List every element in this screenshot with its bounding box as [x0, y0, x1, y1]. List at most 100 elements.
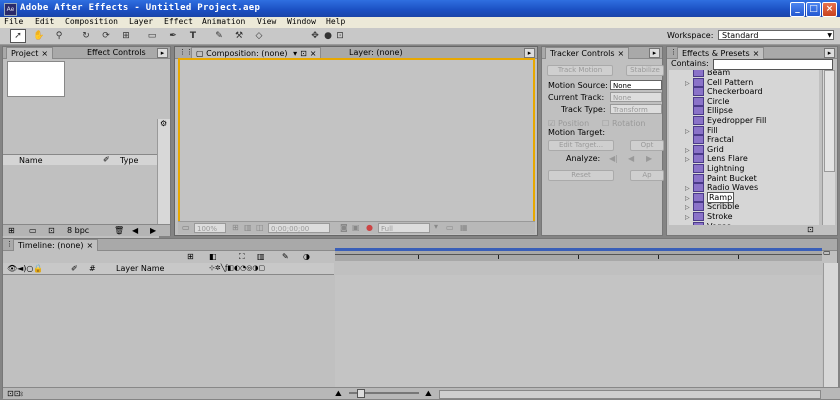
clone-stamp-tool-icon[interactable]: ⚒ — [232, 30, 246, 42]
disclosure-triangle-icon[interactable]: ▷ — [685, 223, 693, 225]
switches-icons[interactable]: ⊹✲╲ƒ◧◐◔◎◑▢ — [209, 264, 265, 272]
effect-item[interactable]: Circle — [685, 96, 729, 106]
motion-blur-icon[interactable]: ◑ — [303, 252, 310, 261]
layer-outline[interactable] — [3, 275, 334, 387]
show-snapshot-icon[interactable]: ▣ — [352, 223, 360, 232]
grid-icon[interactable]: ▥ — [244, 223, 252, 232]
effect-item[interactable]: ▷ Scribble — [685, 202, 739, 212]
time-ruler[interactable] — [335, 248, 822, 261]
effect-item[interactable]: ▷ Vegas — [685, 221, 731, 225]
stabilize-button[interactable]: Stabilize — [626, 65, 664, 76]
zoom-in-icon[interactable]: ⛰ — [425, 389, 432, 399]
magnification-dropdown[interactable]: 100% — [194, 223, 226, 233]
close-icon[interactable]: × — [753, 49, 760, 58]
mask-tool-icon[interactable]: ▭ — [145, 30, 159, 42]
zoom-tool-icon[interactable]: ⚲ — [52, 30, 66, 42]
position-checkbox[interactable]: ☑ — [548, 119, 555, 128]
new-folder-icon[interactable]: ▭ — [29, 226, 37, 235]
menu-edit[interactable]: Edit — [35, 17, 54, 26]
track-motion-button[interactable]: Track Motion — [547, 65, 613, 76]
hide-shy-layers-icon[interactable]: ▥ — [257, 252, 265, 261]
draft-3d-icon[interactable]: ⛶ — [239, 252, 245, 262]
lock-icon[interactable]: ⊡ — [300, 49, 307, 58]
brush-tool-icon[interactable]: ✎ — [212, 30, 226, 42]
effect-item[interactable]: ▷ Fill — [685, 125, 718, 135]
panel-menu-icon[interactable]: ▸ — [524, 48, 535, 58]
tab-timeline[interactable]: Timeline: (none) × — [13, 239, 99, 251]
layer-track-area[interactable] — [335, 275, 822, 387]
effect-item[interactable]: Lightning — [685, 164, 744, 173]
menu-effect[interactable]: Effect — [164, 17, 193, 26]
viewer-icon[interactable]: ▭ — [182, 223, 190, 232]
effect-item[interactable]: ▷ Stroke — [685, 212, 733, 221]
panel-menu-icon[interactable]: ▸ — [649, 48, 660, 58]
frame-blending-icon[interactable]: ✎ — [282, 252, 289, 261]
analyze-forward-icon[interactable]: ▶ — [646, 154, 652, 163]
comp-marker-bin-icon[interactable]: ▭ — [823, 248, 835, 261]
label-icon[interactable]: ✐ — [71, 264, 78, 273]
time-zoom-slider-thumb[interactable] — [357, 389, 365, 398]
column-name[interactable]: Name — [19, 156, 43, 165]
tab-tracker-controls[interactable]: Tracker Controls × — [545, 47, 630, 59]
effect-item[interactable]: ▷ Lens Flare — [685, 154, 748, 164]
menu-layer[interactable]: Layer — [129, 17, 153, 26]
live-update-icon[interactable]: ◧ — [209, 252, 217, 261]
minimize-button[interactable]: _ — [790, 2, 805, 17]
effects-search-input[interactable] — [713, 59, 833, 70]
orbit-camera-tool-icon[interactable]: ⟳ — [99, 30, 113, 42]
current-track-dropdown[interactable]: None — [610, 92, 662, 102]
effect-item[interactable]: Fractal — [685, 135, 734, 145]
interpret-footage-icon[interactable]: ⊞ — [8, 226, 15, 235]
channel-icon[interactable]: ● — [366, 223, 373, 232]
pen-tool-icon[interactable]: ✒ — [166, 30, 180, 42]
effect-item[interactable]: ▷ Ramp — [685, 191, 735, 203]
rotation-tool-icon[interactable]: ↻ — [79, 30, 93, 42]
effect-item[interactable]: ▷ Radio Waves — [685, 183, 758, 193]
workspace-dropdown[interactable]: Standard ▼ — [718, 30, 834, 40]
panel-menu-icon[interactable]: ▸ — [824, 48, 835, 58]
menu-help[interactable]: Help — [326, 17, 345, 26]
region-of-interest-icon[interactable]: ▭ — [446, 223, 454, 232]
composition-viewer[interactable] — [178, 58, 535, 234]
analyze-backward-icon[interactable]: ◀ — [628, 154, 634, 163]
effect-item[interactable]: ▷ Cell Pattern — [685, 77, 753, 87]
effect-item[interactable]: Paint Bucket — [685, 173, 757, 183]
comp-mini-flowchart-icon[interactable]: ⊞ — [187, 252, 194, 261]
flowchart-icon[interactable]: ⚙ — [160, 119, 167, 128]
bpc-label[interactable]: 8 bpc — [67, 226, 89, 235]
close-icon[interactable]: × — [618, 49, 625, 58]
effect-item[interactable]: Beam — [685, 70, 730, 77]
resolution-dropdown[interactable]: Full — [378, 223, 430, 233]
work-area-bar[interactable] — [335, 248, 822, 251]
close-button[interactable]: × — [822, 2, 837, 17]
time-zoom-slider[interactable] — [349, 389, 419, 398]
effect-item[interactable]: ▷ Grid — [685, 144, 724, 154]
effect-item[interactable]: Eyedropper Fill — [685, 116, 766, 125]
tab-effect-controls[interactable]: Effect Controls — [83, 47, 150, 58]
close-icon[interactable]: × — [86, 241, 93, 250]
scroll-left-icon[interactable]: ◀ — [132, 226, 138, 235]
tab-layer[interactable]: Layer: (none) — [345, 47, 407, 58]
view-axis-icon[interactable]: ⊡ — [333, 30, 347, 42]
column-layer-name[interactable]: Layer Name — [116, 264, 164, 273]
axis-mode-icon[interactable]: ✥ — [308, 30, 322, 42]
new-composition-icon[interactable]: ⊡ — [48, 226, 55, 235]
av-features-icons[interactable]: 👁◄)○🔒 — [7, 264, 43, 273]
timeline-horizontal-scrollbar[interactable] — [439, 390, 821, 399]
safe-zones-icon[interactable]: ⊞ — [232, 223, 239, 232]
selection-tool-icon[interactable]: ➚ — [10, 29, 26, 43]
maximize-button[interactable]: □ — [806, 2, 821, 17]
panel-menu-icon[interactable]: ▸ — [157, 48, 168, 58]
hand-tool-icon[interactable]: ✋ — [32, 30, 46, 42]
composition-dropdown-icon[interactable]: ▾ — [293, 49, 297, 58]
close-icon[interactable]: × — [41, 49, 48, 58]
motion-source-dropdown[interactable]: None — [610, 80, 662, 90]
rotation-checkbox[interactable]: ☐ — [602, 119, 609, 128]
menu-file[interactable]: File — [4, 17, 23, 26]
pan-behind-tool-icon[interactable]: ⊞ — [119, 30, 133, 42]
menu-animation[interactable]: Animation — [202, 17, 245, 26]
menu-view[interactable]: View — [257, 17, 276, 26]
effect-item[interactable]: Checkerboard — [685, 87, 763, 97]
timecode-display[interactable]: 0;00;00;00 — [268, 223, 330, 233]
apply-button[interactable]: Ap — [630, 170, 664, 181]
